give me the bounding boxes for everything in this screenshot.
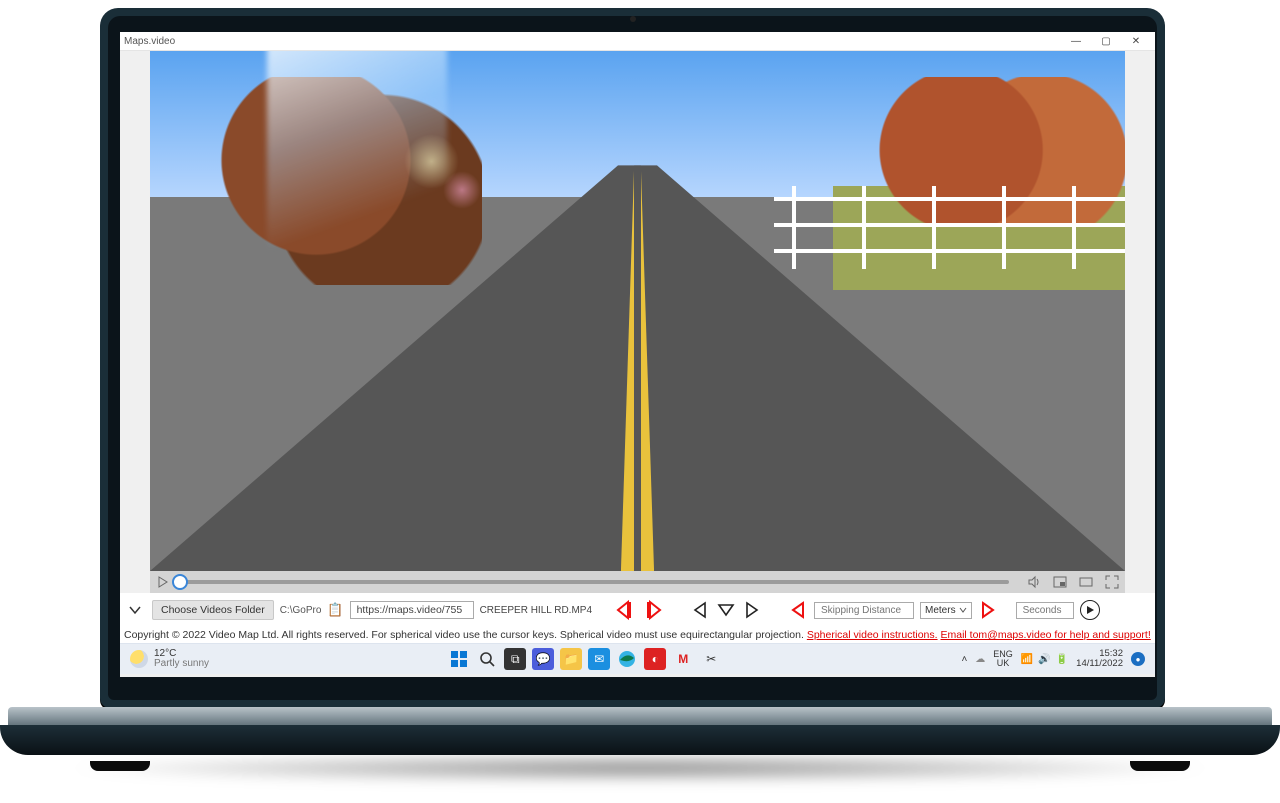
laptop-base bbox=[0, 707, 1280, 765]
lens-flare-dot-2 bbox=[443, 171, 481, 209]
weather-desc: Partly sunny bbox=[154, 659, 209, 670]
window-titlebar: Maps.video — ▢ ✕ bbox=[120, 32, 1155, 51]
url-input[interactable] bbox=[350, 601, 474, 619]
taskbar-right: ˄ ☁ ENG UK 📶 🔊 🔋 15:32 14/11/2022 ● bbox=[961, 649, 1145, 669]
unit-select[interactable]: Meters bbox=[920, 602, 972, 619]
theater-icon[interactable] bbox=[1079, 575, 1093, 589]
play-icon[interactable] bbox=[156, 575, 170, 589]
spherical-instructions-link[interactable]: Spherical video instructions. bbox=[807, 629, 938, 641]
mail-icon[interactable]: ✉ bbox=[588, 648, 610, 670]
play-circle-button[interactable] bbox=[1080, 600, 1100, 620]
seek-thumb[interactable] bbox=[172, 574, 188, 590]
tray-chevron-icon[interactable]: ˄ bbox=[961, 654, 967, 665]
weather-widget[interactable]: 12°C Partly sunny bbox=[130, 649, 209, 670]
webcam-dot bbox=[630, 16, 636, 22]
app-icon-red[interactable]: ◐ bbox=[644, 648, 666, 670]
foot-right bbox=[1130, 761, 1190, 771]
volume-icon[interactable] bbox=[1027, 575, 1041, 589]
expand-chevron-icon[interactable] bbox=[124, 599, 146, 621]
skipping-distance-input[interactable] bbox=[814, 602, 914, 619]
skip-back-icon[interactable] bbox=[788, 600, 808, 620]
lang-region: UK bbox=[993, 659, 1013, 668]
explorer-icon[interactable]: 📁 bbox=[560, 648, 582, 670]
wifi-icon[interactable]: 📶 bbox=[1021, 654, 1033, 665]
notification-badge[interactable]: ● bbox=[1131, 652, 1145, 666]
laptop-mockup: Maps.video — ▢ ✕ bbox=[0, 0, 1280, 803]
clipboard-icon[interactable]: 📋 bbox=[327, 602, 343, 618]
hinge bbox=[8, 707, 1272, 727]
task-view-icon[interactable]: ⧉ bbox=[504, 648, 526, 670]
search-icon[interactable] bbox=[476, 648, 498, 670]
skip-forward-icon[interactable] bbox=[978, 600, 998, 620]
clock-date: 14/11/2022 bbox=[1076, 659, 1123, 669]
weather-icon bbox=[130, 650, 148, 668]
minimize-button[interactable]: — bbox=[1061, 36, 1091, 47]
chevron-down-icon bbox=[959, 606, 967, 614]
taskbar-center: ⧉ 💬 📁 ✉ ◐ M ✂ bbox=[209, 648, 961, 670]
choose-folder-button[interactable]: Choose Videos Folder bbox=[152, 600, 274, 620]
app-icon-m[interactable]: M bbox=[672, 648, 694, 670]
folder-path-text: C:\GoPro bbox=[280, 605, 322, 616]
scene-fence bbox=[774, 186, 1125, 290]
pip-icon[interactable] bbox=[1053, 575, 1067, 589]
control-row: Choose Videos Folder C:\GoPro 📋 CREEPER … bbox=[120, 593, 1155, 627]
maximize-button[interactable]: ▢ bbox=[1091, 36, 1121, 47]
clock[interactable]: 15:32 14/11/2022 bbox=[1076, 649, 1123, 669]
nav-left-icon[interactable] bbox=[690, 600, 710, 620]
taskbar: 12°C Partly sunny ⧉ 💬 📁 ✉ ◐ M bbox=[120, 643, 1155, 674]
step-back-icon[interactable] bbox=[614, 599, 636, 621]
chat-icon[interactable]: 💬 bbox=[532, 648, 554, 670]
copyright-text: Copyright © 2022 Video Map Ltd. All righ… bbox=[124, 629, 807, 641]
unit-label: Meters bbox=[925, 605, 956, 616]
sound-icon[interactable]: 🔊 bbox=[1038, 654, 1050, 665]
window-title: Maps.video bbox=[124, 36, 175, 47]
foot-left bbox=[90, 761, 150, 771]
deck bbox=[0, 725, 1280, 755]
seek-slider[interactable] bbox=[180, 580, 1009, 584]
edge-icon[interactable] bbox=[616, 648, 638, 670]
footer-text: Copyright © 2022 Video Map Ltd. All righ… bbox=[120, 627, 1155, 643]
onedrive-icon[interactable]: ☁ bbox=[975, 654, 985, 665]
seconds-input[interactable] bbox=[1016, 602, 1074, 619]
step-forward-icon[interactable] bbox=[642, 599, 664, 621]
fullscreen-icon[interactable] bbox=[1105, 575, 1119, 589]
current-file-text: CREEPER HILL RD.MP4 bbox=[480, 605, 592, 616]
video-viewport[interactable] bbox=[150, 51, 1125, 571]
nav-right-icon[interactable] bbox=[742, 600, 762, 620]
app-icon-snip[interactable]: ✂ bbox=[700, 648, 722, 670]
video-player-bar bbox=[150, 571, 1125, 593]
language-indicator[interactable]: ENG UK bbox=[993, 650, 1013, 668]
battery-icon[interactable]: 🔋 bbox=[1056, 654, 1068, 665]
screen: Maps.video — ▢ ✕ bbox=[120, 32, 1155, 677]
start-button[interactable] bbox=[448, 648, 470, 670]
nav-down-icon[interactable] bbox=[716, 600, 736, 620]
support-email-link[interactable]: Email tom@maps.video for help and suppor… bbox=[940, 629, 1150, 641]
close-button[interactable]: ✕ bbox=[1121, 36, 1151, 47]
